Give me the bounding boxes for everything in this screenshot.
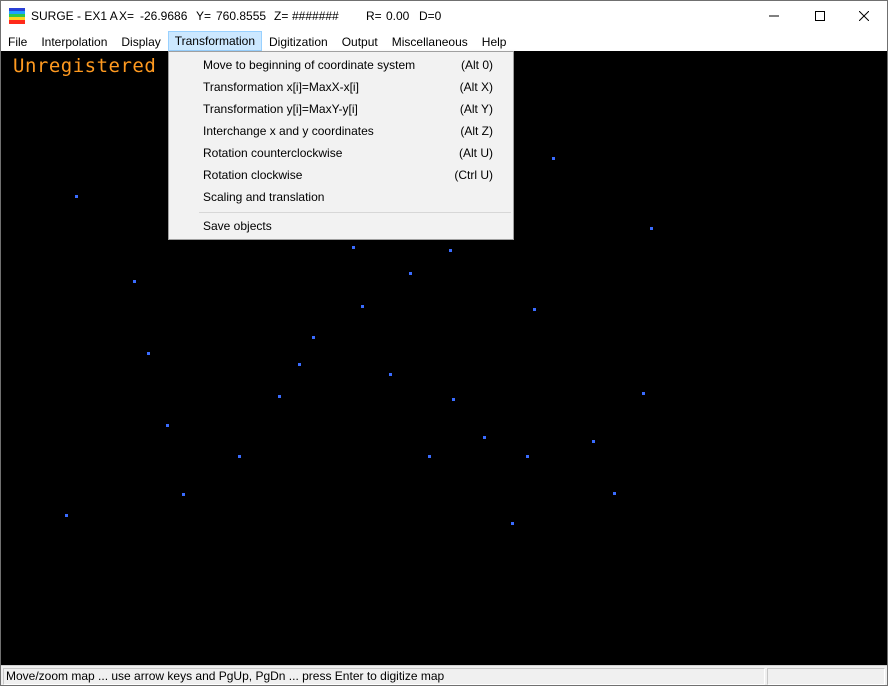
menu-miscellaneous[interactable]: Miscellaneous <box>385 31 475 51</box>
data-point <box>147 352 150 355</box>
data-point <box>409 272 412 275</box>
menu-scaling-translation[interactable]: Scaling and translation <box>169 186 513 208</box>
z-coord-label: Z= <box>274 9 289 23</box>
menu-item-shortcut: (Alt 0) <box>460 58 493 72</box>
title-bar[interactable]: SURGE - EX1 A X= -26.9686 Y= 760.8555 Z=… <box>1 1 887 31</box>
transformation-dropdown: Move to beginning of coordinate system (… <box>168 51 514 240</box>
menu-item-shortcut: (Alt X) <box>459 80 493 94</box>
menu-transform-x[interactable]: Transformation x[i]=MaxX-x[i] (Alt X) <box>169 76 513 98</box>
data-point <box>182 493 185 496</box>
data-point <box>533 308 536 311</box>
r-label: R= <box>366 9 382 23</box>
y-coord-label: Y= <box>196 9 212 23</box>
data-point <box>642 392 645 395</box>
menu-item-shortcut: (Alt Y) <box>459 102 493 116</box>
menu-display[interactable]: Display <box>114 31 167 51</box>
unregistered-watermark: Unregistered <box>13 55 157 77</box>
menu-item-label: Rotation counterclockwise <box>203 146 343 160</box>
data-point <box>650 227 653 230</box>
d-value: D=0 <box>419 9 442 23</box>
menu-item-label: Transformation y[i]=MaxY-y[i] <box>203 102 358 116</box>
menu-transform-y[interactable]: Transformation y[i]=MaxY-y[i] (Alt Y) <box>169 98 513 120</box>
menu-interchange-xy[interactable]: Interchange x and y coordinates (Alt Z) <box>169 120 513 142</box>
r-value: 0.00 <box>386 9 410 23</box>
data-point <box>428 455 431 458</box>
data-point <box>75 195 78 198</box>
data-point <box>278 395 281 398</box>
menu-bar: File Interpolation Display Transformatio… <box>1 31 887 51</box>
data-point <box>133 280 136 283</box>
data-point <box>389 373 392 376</box>
minimize-button[interactable] <box>751 1 797 31</box>
menu-item-label: Scaling and translation <box>203 190 325 204</box>
z-coord-value: ####### <box>292 9 339 23</box>
close-icon <box>859 11 869 21</box>
status-bar: Move/zoom map ... use arrow keys and PgU… <box>1 665 887 685</box>
menu-item-label: Transformation x[i]=MaxX-x[i] <box>203 80 359 94</box>
data-point <box>166 424 169 427</box>
surge-window: SURGE - EX1 A X= -26.9686 Y= 760.8555 Z=… <box>0 0 888 686</box>
status-text: Move/zoom map ... use arrow keys and PgU… <box>3 668 765 685</box>
menu-item-shortcut: (Ctrl U) <box>454 168 493 182</box>
menu-move-to-origin[interactable]: Move to beginning of coordinate system (… <box>169 54 513 76</box>
x-coord-value: -26.9686 <box>140 9 188 23</box>
menu-item-shortcut: (Alt U) <box>459 146 493 160</box>
y-coord-value: 760.8555 <box>216 9 267 23</box>
menu-item-label: Interchange x and y coordinates <box>203 124 374 138</box>
data-point <box>298 363 301 366</box>
status-pane-secondary <box>767 668 885 685</box>
data-point <box>361 305 364 308</box>
menu-item-label: Move to beginning of coordinate system <box>203 58 416 72</box>
menu-save-objects[interactable]: Save objects <box>169 215 513 237</box>
minimize-icon <box>769 15 779 17</box>
data-point <box>483 436 486 439</box>
menu-transformation[interactable]: Transformation <box>167 31 262 51</box>
maximize-icon <box>815 11 825 21</box>
maximize-button[interactable] <box>797 1 843 31</box>
app-icon[interactable] <box>9 8 25 24</box>
data-point <box>552 157 555 160</box>
data-point <box>452 398 455 401</box>
close-button[interactable] <box>841 1 887 31</box>
x-coord-label: X= <box>119 9 135 23</box>
menu-rotate-ccw[interactable]: Rotation counterclockwise (Alt U) <box>169 142 513 164</box>
data-point <box>511 522 514 525</box>
menu-interpolation[interactable]: Interpolation <box>34 31 114 51</box>
menu-item-label: Rotation clockwise <box>203 168 303 182</box>
menu-item-shortcut: (Alt Z) <box>460 124 493 138</box>
menu-separator <box>199 212 511 213</box>
menu-rotate-cw[interactable]: Rotation clockwise (Ctrl U) <box>169 164 513 186</box>
menu-file[interactable]: File <box>1 31 34 51</box>
data-point <box>526 455 529 458</box>
data-point <box>352 246 355 249</box>
data-point <box>312 336 315 339</box>
data-point <box>449 249 452 252</box>
menu-output[interactable]: Output <box>335 31 385 51</box>
window-title: SURGE - EX1 A <box>31 9 118 23</box>
data-point <box>613 492 616 495</box>
data-point <box>238 455 241 458</box>
menu-help[interactable]: Help <box>475 31 514 51</box>
data-point <box>65 514 68 517</box>
menu-digitization[interactable]: Digitization <box>262 31 335 51</box>
data-point <box>592 440 595 443</box>
menu-item-label: Save objects <box>203 219 272 233</box>
